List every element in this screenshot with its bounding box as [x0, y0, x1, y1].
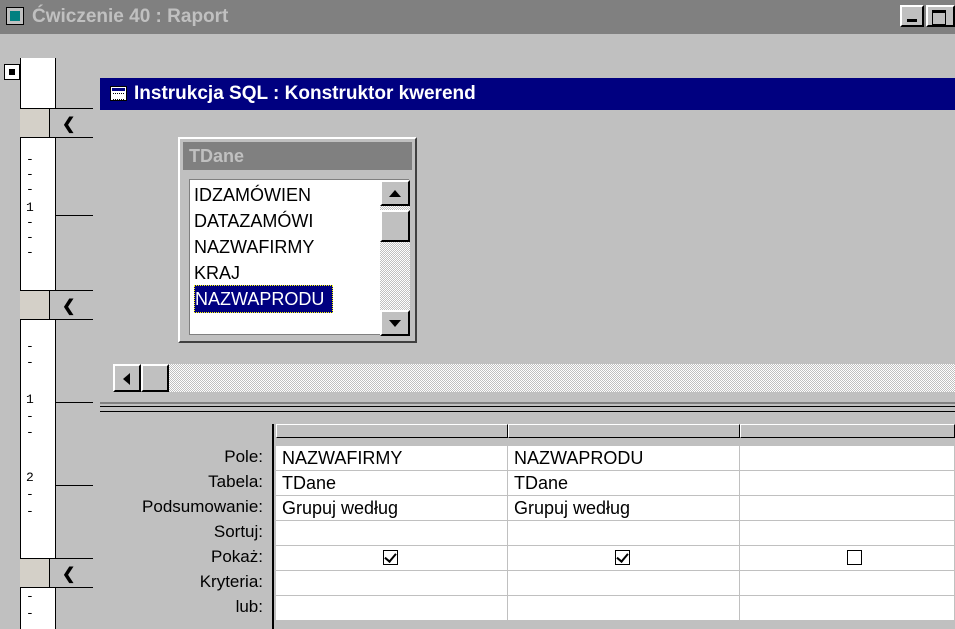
grid-cell-podsumowanie[interactable]: Grupuj według — [508, 496, 740, 521]
ruler-mark: 1 — [26, 392, 34, 407]
field-item[interactable]: IDZAMÓWIEN — [194, 182, 311, 208]
section-arrow-icon: ❮ — [62, 116, 76, 133]
field-item[interactable]: KRAJ — [194, 260, 240, 286]
row-label-podsumowanie: Podsumowanie: — [142, 497, 263, 516]
report-header-section-bar[interactable]: ❮ — [20, 108, 100, 138]
grid-cell-pokaz[interactable] — [740, 546, 955, 571]
row-label-pokaz: Pokaż: — [211, 547, 263, 566]
grid-cell-lub[interactable] — [276, 596, 508, 621]
scroll-left-arrow-icon[interactable] — [113, 364, 141, 392]
grid-cell-tabela[interactable]: TDane — [276, 471, 508, 496]
field-list-scrollbar[interactable] — [380, 180, 410, 336]
field-item-selected[interactable]: NAZWAPRODU — [194, 285, 334, 313]
column-selector[interactable] — [276, 424, 508, 438]
scrollbar-thumb[interactable] — [380, 210, 410, 242]
grid-cell-sortuj[interactable] — [508, 521, 740, 546]
row-label-pole: Pole: — [224, 447, 263, 466]
vertical-ruler: - - - 1 - - - - - 1 - - 2 - - - - — [20, 58, 56, 629]
query-window-title: Instrukcja SQL : Konstruktor kwerend — [134, 83, 476, 104]
section-selector[interactable] — [20, 559, 50, 587]
ruler-mark: - — [26, 215, 34, 230]
grid-cell-lub[interactable] — [740, 596, 955, 621]
row-label-kryteria: Kryteria: — [199, 572, 263, 591]
design-grid[interactable]: NAZWAFIRMY TDane Grupuj według NAZWAPROD… — [274, 424, 955, 629]
query-window-titlebar[interactable]: Instrukcja SQL : Konstruktor kwerend — [100, 78, 955, 110]
field-list[interactable]: IDZAMÓWIEN DATAZAMÓWI NAZWAFIRMY KRAJ NA… — [189, 179, 410, 336]
grid-cell-pole[interactable] — [740, 446, 955, 471]
row-label-sortuj: Sortuj: — [213, 522, 263, 541]
ruler-mark: 1 — [26, 200, 34, 215]
field-item[interactable]: DATAZAMÓWI — [194, 208, 313, 234]
splitter-handle[interactable] — [100, 406, 955, 412]
pane-splitter[interactable] — [100, 396, 955, 416]
ruler-mark: - — [26, 606, 34, 621]
grid-cell-pokaz[interactable] — [276, 546, 508, 571]
table-pane-horizontal-scrollbar[interactable] — [113, 364, 955, 392]
ruler-mark: - — [26, 167, 34, 182]
column-selector[interactable] — [740, 424, 955, 438]
ruler-mark: - — [26, 504, 34, 519]
section-arrow-icon: ❮ — [62, 566, 76, 583]
minimize-button[interactable] — [900, 5, 924, 27]
table-name-header[interactable]: TDane — [183, 142, 412, 170]
grid-cell-kryteria[interactable] — [740, 571, 955, 596]
detail-section-bar[interactable]: ❮ — [20, 558, 100, 588]
table-field-list-box[interactable]: TDane IDZAMÓWIEN DATAZAMÓWI NAZWAFIRMY K… — [178, 137, 417, 343]
report-selector-box[interactable] — [4, 64, 20, 80]
grid-cell-pole[interactable]: NAZWAFIRMY — [276, 446, 508, 471]
grid-cell-kryteria[interactable] — [276, 571, 508, 596]
ruler-mark: 2 — [26, 470, 34, 485]
scroll-up-arrow-icon[interactable] — [380, 180, 410, 206]
grid-cell-tabela[interactable]: TDane — [508, 471, 740, 496]
row-label-lub: lub: — [235, 597, 263, 616]
ruler-mark: - — [26, 409, 34, 424]
section-arrow-icon: ❮ — [62, 298, 76, 315]
query-design-icon[interactable] — [110, 86, 127, 101]
ruler-mark: - — [26, 152, 34, 167]
outer-window-titlebar[interactable]: Ćwiczenie 40 : Raport — [0, 0, 955, 34]
show-checkbox[interactable] — [383, 550, 398, 565]
ruler-mark: - — [26, 245, 34, 260]
grid-cell-pole[interactable]: NAZWAPRODU — [508, 446, 740, 471]
ruler-mark: - — [26, 589, 34, 604]
ruler-mark: - — [26, 355, 34, 370]
ruler-mark: - — [26, 230, 34, 245]
section-selector[interactable] — [20, 109, 50, 137]
ruler-mark: - — [26, 487, 34, 502]
report-icon[interactable] — [6, 7, 24, 25]
show-checkbox[interactable] — [615, 550, 630, 565]
grid-cell-lub[interactable] — [508, 596, 740, 621]
splitter-line — [100, 402, 955, 404]
scrollbar-thumb[interactable] — [141, 364, 169, 392]
scroll-down-arrow-icon[interactable] — [380, 310, 410, 336]
row-label-tabela: Tabela: — [208, 472, 263, 491]
grid-cell-sortuj[interactable] — [276, 521, 508, 546]
grid-cell-pokaz[interactable] — [508, 546, 740, 571]
grid-cell-podsumowanie[interactable]: Grupuj według — [276, 496, 508, 521]
column-selector[interactable] — [508, 424, 740, 438]
section-selector[interactable] — [20, 291, 50, 319]
ruler-mark: - — [26, 182, 34, 197]
maximize-button[interactable] — [926, 5, 955, 27]
show-checkbox[interactable] — [847, 550, 862, 565]
grid-cell-kryteria[interactable] — [508, 571, 740, 596]
field-item[interactable]: NAZWAFIRMY — [194, 234, 314, 260]
ruler-mark: - — [26, 339, 34, 354]
grid-cell-podsumowanie[interactable] — [740, 496, 955, 521]
grid-cell-sortuj[interactable] — [740, 521, 955, 546]
ruler-mark: - — [26, 425, 34, 440]
outer-window-title: Ćwiczenie 40 : Raport — [32, 6, 229, 27]
grid-cell-tabela[interactable] — [740, 471, 955, 496]
page-header-section-bar[interactable]: ❮ — [20, 290, 100, 320]
